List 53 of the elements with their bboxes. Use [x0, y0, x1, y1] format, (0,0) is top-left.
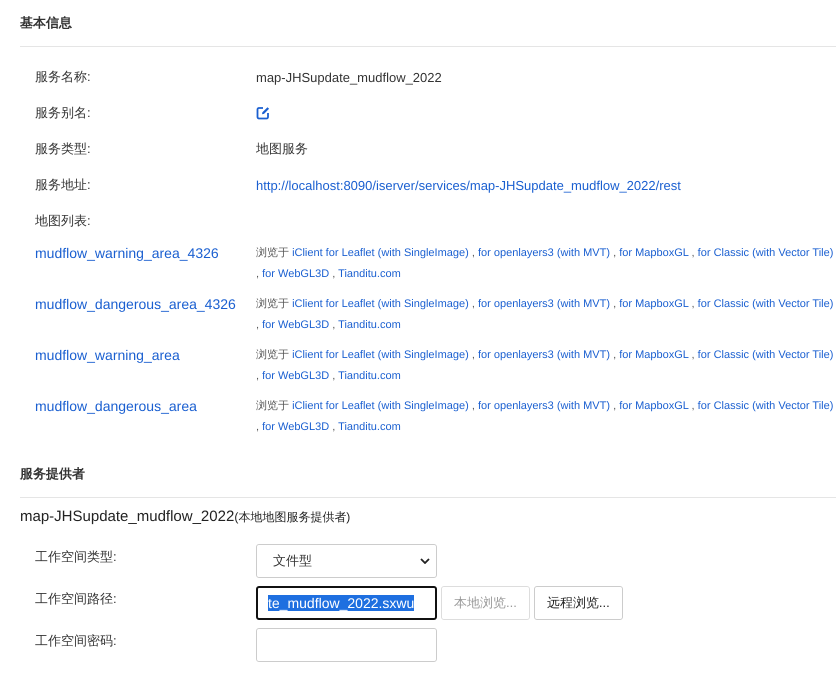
browse-links-text: 浏览于 iClient for Leaflet (with SingleImage) , for openlayers3 (with MVT) , for MapboxGL , for Classic (with Vector Tile) , for WebGL3D , Tianditu.com	[256, 398, 834, 435]
client-link[interactable]: for Classic (with Vector Tile)	[698, 247, 834, 259]
client-link[interactable]: for MapboxGL	[619, 247, 688, 259]
client-link[interactable]: for openlayers3 (with MVT)	[478, 298, 610, 310]
client-link[interactable]: for MapboxGL	[619, 298, 688, 310]
field-value: 地图服务	[256, 140, 309, 158]
client-link[interactable]: for openlayers3 (with MVT)	[478, 247, 610, 259]
client-link[interactable]: iClient for Leaflet (with SingleImage)	[292, 298, 469, 310]
client-link[interactable]: for WebGL3D	[262, 421, 330, 433]
client-link[interactable]: for WebGL3D	[262, 268, 330, 280]
field-label: 工作空间路径:	[35, 590, 118, 608]
field-label: 服务名称:	[35, 68, 92, 86]
field-label: 服务别名:	[35, 104, 92, 122]
provider-type: (本地地图服务提供者)	[234, 509, 350, 526]
browse-links-text: 浏览于 iClient for Leaflet (with SingleImage) , for openlayers3 (with MVT) , for MapboxGL , for Classic (with Vector Tile) , for WebGL3D , Tianditu.com	[256, 348, 834, 384]
workspace-type-select[interactable]: 文件型	[256, 544, 437, 578]
browse-links-text: 浏览于 iClient for Leaflet (with SingleImage) , for openlayers3 (with MVT) , for MapboxGL , for Classic (with Vector Tile) , for WebGL3D , Tianditu.com	[256, 246, 834, 282]
client-link[interactable]: for MapboxGL	[619, 400, 688, 412]
client-link[interactable]: iClient for Leaflet (with SingleImage)	[292, 247, 469, 259]
client-link[interactable]: for WebGL3D	[262, 319, 330, 331]
browse-button[interactable]: 远程浏览...	[534, 586, 623, 620]
client-link[interactable]: for openlayers3 (with MVT)	[478, 400, 610, 412]
field-label: 工作空间密码:	[35, 632, 118, 650]
chevron-icon	[420, 558, 430, 564]
provider-name: map-JHSupdate_mudflow_2022	[20, 508, 234, 525]
map-name-link[interactable]: mudflow_dangerous_area_4326	[35, 296, 256, 312]
section-title: 服务提供者	[20, 451, 836, 498]
client-link[interactable]: for WebGL3D	[262, 370, 330, 382]
client-link[interactable]: iClient for Leaflet (with SingleImage)	[292, 400, 469, 412]
field-label: 地图列表:	[35, 212, 92, 230]
map-name-link[interactable]: mudflow_warning_area	[35, 347, 256, 363]
edit-icon[interactable]	[256, 106, 270, 120]
field-label: 服务类型:	[35, 140, 92, 158]
field-label: 工作空间类型:	[35, 548, 118, 566]
field-label: 服务地址:	[35, 176, 92, 194]
client-link[interactable]: for openlayers3 (with MVT)	[478, 349, 610, 361]
client-link[interactable]: for MapboxGL	[619, 349, 688, 361]
map-name-link[interactable]: mudflow_warning_area_4326	[35, 245, 256, 261]
client-link[interactable]: for Classic (with Vector Tile)	[698, 349, 834, 361]
client-link[interactable]: for Classic (with Vector Tile)	[698, 298, 834, 310]
client-link[interactable]: Tianditu.com	[338, 370, 401, 382]
browse-links-text: 浏览于 iClient for Leaflet (with SingleImage) , for openlayers3 (with MVT) , for MapboxGL , for Classic (with Vector Tile) , for WebGL3D , Tianditu.com	[256, 296, 834, 333]
input-field[interactable]: te_mudflow_2022.sxwu	[256, 586, 437, 620]
map-name-link[interactable]: mudflow_dangerous_area	[35, 398, 256, 414]
client-link[interactable]: Tianditu.com	[338, 421, 401, 433]
client-link[interactable]: iClient for Leaflet (with SingleImage)	[292, 349, 469, 361]
client-link[interactable]: for Classic (with Vector Tile)	[698, 400, 834, 412]
service-url-link[interactable]: http://localhost:8090/iserver/services/map-JHSupdate_mudflow_2022/rest	[256, 178, 836, 192]
client-link[interactable]: Tianditu.com	[338, 319, 401, 331]
field-value: map-JHSupdate_mudflow_2022	[256, 70, 443, 84]
password-field[interactable]	[256, 628, 437, 662]
section-title: 基本信息	[20, 0, 836, 47]
client-link[interactable]: Tianditu.com	[338, 268, 401, 280]
